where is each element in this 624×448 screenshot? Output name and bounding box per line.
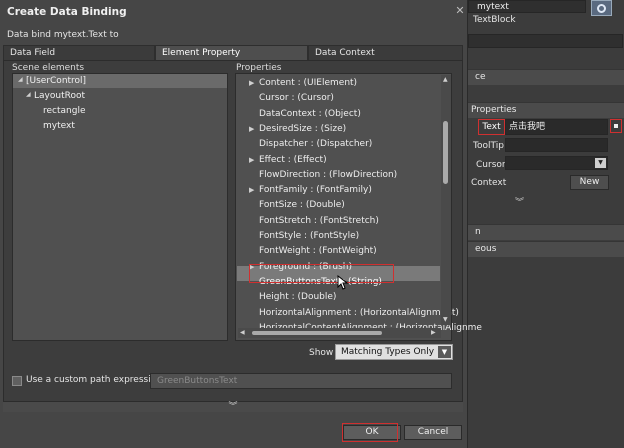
bg-row-n-label: n	[475, 227, 481, 237]
bg-dark-strip	[468, 34, 623, 48]
scroll-up-arrow-icon[interactable]: ▲	[443, 76, 448, 83]
close-icon[interactable]: ✕	[454, 5, 466, 17]
property-item[interactable]: Cursor : (Cursor)	[259, 91, 334, 105]
tree-item-usercontrol[interactable]: [UserControl]	[26, 75, 86, 88]
text-property-label: Text	[478, 119, 505, 135]
new-button[interactable]: New	[570, 175, 609, 190]
highlight-box-property	[249, 264, 394, 283]
property-item[interactable]: FlowDirection : (FlowDirection)	[259, 168, 397, 182]
dialog-title: Create Data Binding	[7, 6, 127, 18]
show-label: Show	[309, 348, 334, 358]
horizontal-scroll-thumb[interactable]	[252, 331, 382, 335]
property-item[interactable]: Effect : (Effect)	[259, 153, 327, 167]
expand-arrow-icon[interactable]: ▶	[249, 76, 254, 90]
bg-row-properties[interactable]: Properties	[463, 102, 624, 118]
property-item[interactable]: FontStretch : (FontStretch)	[259, 214, 379, 228]
bg-row-eous-label: eous	[475, 244, 497, 254]
target-icon[interactable]	[591, 0, 612, 16]
tooltip-label: ToolTip	[473, 141, 504, 151]
bg-row-ce-label: ce	[475, 72, 486, 82]
tree-item-mytext[interactable]: mytext	[43, 120, 75, 133]
tree-item-layoutroot[interactable]: LayoutRoot	[34, 90, 85, 103]
tree-item-rectangle[interactable]: rectangle	[43, 105, 86, 118]
bg-row-eous[interactable]: eous	[463, 241, 624, 257]
property-item[interactable]: DataContext : (Object)	[259, 107, 361, 121]
scene-elements-heading: Scene elements	[12, 63, 85, 73]
property-item[interactable]: HorizontalAlignment : (HorizontalAlignme…	[259, 306, 459, 320]
mouse-pointer-icon	[337, 275, 348, 290]
element-name-text: mytext	[477, 2, 509, 12]
expand-arrow-icon[interactable]: ▶	[249, 153, 254, 167]
expand-arrow-icon[interactable]: ▶	[249, 122, 254, 136]
expand-triangle-icon[interactable]: ◢	[18, 76, 23, 83]
cursor-select[interactable]: ▼	[505, 156, 608, 170]
tab-element-property-label: Element Property	[162, 48, 241, 58]
properties-vertical-scrollbar[interactable]	[441, 75, 451, 325]
custom-path-checkbox[interactable]	[12, 376, 22, 386]
show-filter-select[interactable]: Matching Types Only ▼	[335, 344, 453, 360]
property-item[interactable]: FontSize : (Double)	[259, 198, 345, 212]
scroll-left-arrow-icon[interactable]: ◀	[240, 329, 245, 336]
property-item[interactable]: FontFamily : (FontFamily)	[259, 183, 372, 197]
bind-target-label: Data bind mytext.Text to	[7, 30, 119, 40]
property-item[interactable]: Content : (UIElement)	[259, 76, 357, 90]
expand-more-icon[interactable]: ︾	[3, 401, 463, 412]
tab-data-context-label: Data Context	[315, 48, 375, 58]
highlight-box-ok	[342, 423, 398, 442]
property-item[interactable]: FontStyle : (FontStyle)	[259, 229, 359, 243]
tab-data-context[interactable]: Data Context	[308, 45, 463, 61]
vertical-scroll-thumb[interactable]	[443, 121, 448, 184]
text-property-value[interactable]: 点击我吧	[505, 119, 608, 135]
tab-data-field[interactable]: Data Field	[3, 45, 155, 61]
bg-row-properties-label: Properties	[471, 105, 517, 115]
scroll-right-arrow-icon[interactable]: ▶	[431, 329, 436, 336]
element-type-label: TextBlock	[473, 15, 516, 25]
tab-data-field-label: Data Field	[10, 48, 56, 58]
element-name-field[interactable]: mytext	[468, 0, 586, 13]
expand-arrow-icon[interactable]: ▶	[249, 183, 254, 197]
expand-more-icon[interactable]: ︾	[515, 195, 524, 208]
target-icon-ring	[597, 4, 606, 13]
tab-element-property[interactable]: Element Property	[155, 45, 308, 61]
chevron-down-icon: ▼	[595, 158, 606, 168]
scroll-down-arrow-icon[interactable]: ▼	[443, 316, 448, 323]
cancel-button[interactable]: Cancel	[404, 425, 462, 440]
cursor-label: Cursor	[476, 160, 506, 170]
custom-path-input[interactable]: GreenButtonsText	[150, 373, 452, 389]
bg-row-ce[interactable]: ce	[463, 69, 624, 85]
property-item[interactable]: Dispatcher : (Dispatcher)	[259, 137, 372, 151]
show-filter-value: Matching Types Only	[341, 347, 435, 357]
tooltip-field[interactable]	[505, 138, 608, 152]
property-item[interactable]: Height : (Double)	[259, 290, 336, 304]
data-context-label: Context	[471, 178, 507, 188]
bg-row-n[interactable]: n	[463, 224, 624, 240]
advanced-options-square	[614, 124, 618, 128]
chevron-down-icon: ▼	[438, 346, 451, 358]
advanced-options-marker[interactable]	[610, 119, 622, 133]
properties-heading: Properties	[236, 63, 282, 73]
custom-path-label[interactable]: Use a custom path expression	[26, 375, 162, 385]
expand-triangle-icon[interactable]: ◢	[26, 91, 31, 98]
property-item[interactable]: DesiredSize : (Size)	[259, 122, 346, 136]
property-item[interactable]: FontWeight : (FontWeight)	[259, 244, 377, 258]
